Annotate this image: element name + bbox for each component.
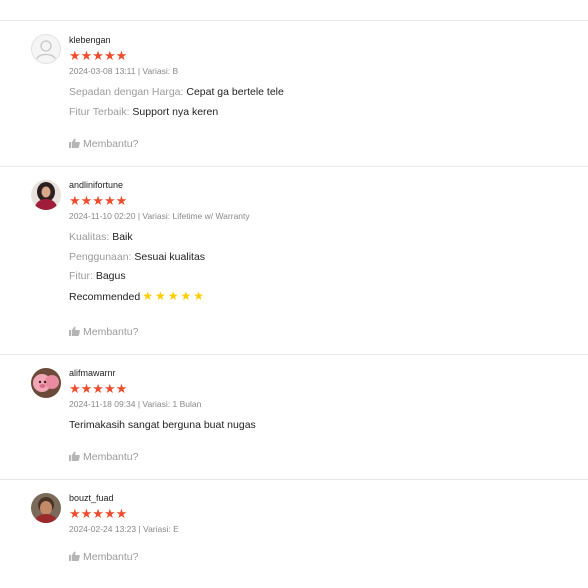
review-body: Terimakasih sangat berguna buat nugas bbox=[69, 419, 578, 432]
thumbs-up-icon bbox=[69, 326, 80, 340]
attribute-key: Fitur: bbox=[69, 270, 96, 282]
helpful-label: Membantu? bbox=[83, 138, 139, 150]
avatar[interactable] bbox=[31, 368, 61, 398]
attribute-value: Cepat ga bertele tele bbox=[186, 86, 284, 98]
attribute-key: Kualitas: bbox=[69, 231, 113, 243]
rating-stars: ★★★★★ bbox=[69, 48, 128, 63]
review-body: Kualitas: Baik Penggunaan: Sesuai kualit… bbox=[69, 231, 578, 303]
review-comment: Terimakasih sangat berguna buat nugas bbox=[69, 419, 578, 432]
review-attribute: Kualitas: Baik bbox=[69, 231, 578, 244]
avatar[interactable] bbox=[31, 493, 61, 523]
review-separator bbox=[0, 166, 588, 167]
review-meta: 2024-03-08 13:11 | Variasi: B bbox=[69, 66, 179, 76]
star-emoji-icon: ★★★★★ bbox=[142, 288, 206, 303]
rating-stars: ★★★★★ bbox=[69, 506, 128, 521]
helpful-button[interactable]: Membantu? bbox=[69, 551, 138, 565]
helpful-label: Membantu? bbox=[83, 326, 139, 338]
review-separator bbox=[0, 354, 588, 355]
review-comment: Recommended ★★★★★ bbox=[69, 288, 578, 303]
review-body: Sepadan dengan Harga: Cepat ga bertele t… bbox=[69, 86, 578, 119]
attribute-value: Bagus bbox=[95, 270, 126, 282]
user-photo-avatar bbox=[31, 493, 61, 523]
comment-text: Terimakasih sangat berguna buat nugas bbox=[69, 419, 256, 431]
attribute-value: Sesuai kualitas bbox=[134, 250, 206, 263]
review-attribute: Sepadan dengan Harga: Cepat ga bertele t… bbox=[69, 86, 578, 99]
review-username[interactable]: andlinifortune bbox=[69, 180, 578, 191]
comment-text: Recommended bbox=[69, 290, 141, 303]
review-separator bbox=[0, 479, 588, 480]
thumbs-up-icon bbox=[69, 551, 80, 565]
review-meta: 2024-11-18 09:34 | Variasi: 1 Bulan bbox=[69, 399, 202, 409]
rating-stars: ★★★★★ bbox=[69, 381, 128, 396]
helpful-button[interactable]: Membantu? bbox=[69, 326, 138, 340]
helpful-button[interactable]: Membantu? bbox=[69, 138, 138, 152]
rating-stars: ★★★★★ bbox=[69, 193, 128, 208]
attribute-key: Sepadan dengan Harga: bbox=[69, 86, 187, 98]
user-photo-avatar bbox=[31, 368, 61, 398]
attribute-value: Support nya keren bbox=[132, 105, 219, 118]
review-meta: 2024-02-24 13:23 | Variasi: E bbox=[69, 524, 179, 534]
review-attribute: Fitur Terbaik: Support nya keren bbox=[69, 106, 578, 119]
review-username[interactable]: klebengan bbox=[69, 35, 578, 46]
attribute-key: Penggunaan: bbox=[69, 250, 135, 263]
helpful-label: Membantu? bbox=[83, 451, 139, 463]
review-username[interactable]: bouzt_fuad bbox=[69, 493, 578, 504]
review-username[interactable]: alifmawarnr bbox=[69, 368, 578, 379]
thumbs-up-icon bbox=[69, 138, 80, 152]
attribute-key: Fitur Terbaik: bbox=[69, 105, 133, 118]
helpful-label: Membantu? bbox=[83, 551, 139, 563]
top-divider bbox=[0, 20, 588, 21]
review-meta: 2024-11-10 02:20 | Variasi: Lifetime w/ … bbox=[69, 211, 250, 221]
helpful-button[interactable]: Membantu? bbox=[69, 451, 138, 465]
avatar[interactable] bbox=[31, 180, 61, 210]
avatar[interactable] bbox=[31, 34, 61, 64]
default-user-icon bbox=[36, 40, 56, 60]
review-attribute: Penggunaan: Sesuai kualitas bbox=[69, 251, 578, 264]
attribute-value: Baik bbox=[112, 231, 133, 243]
thumbs-up-icon bbox=[69, 451, 80, 465]
user-photo-avatar bbox=[31, 180, 61, 210]
review-attribute: Fitur: Bagus bbox=[69, 270, 578, 283]
